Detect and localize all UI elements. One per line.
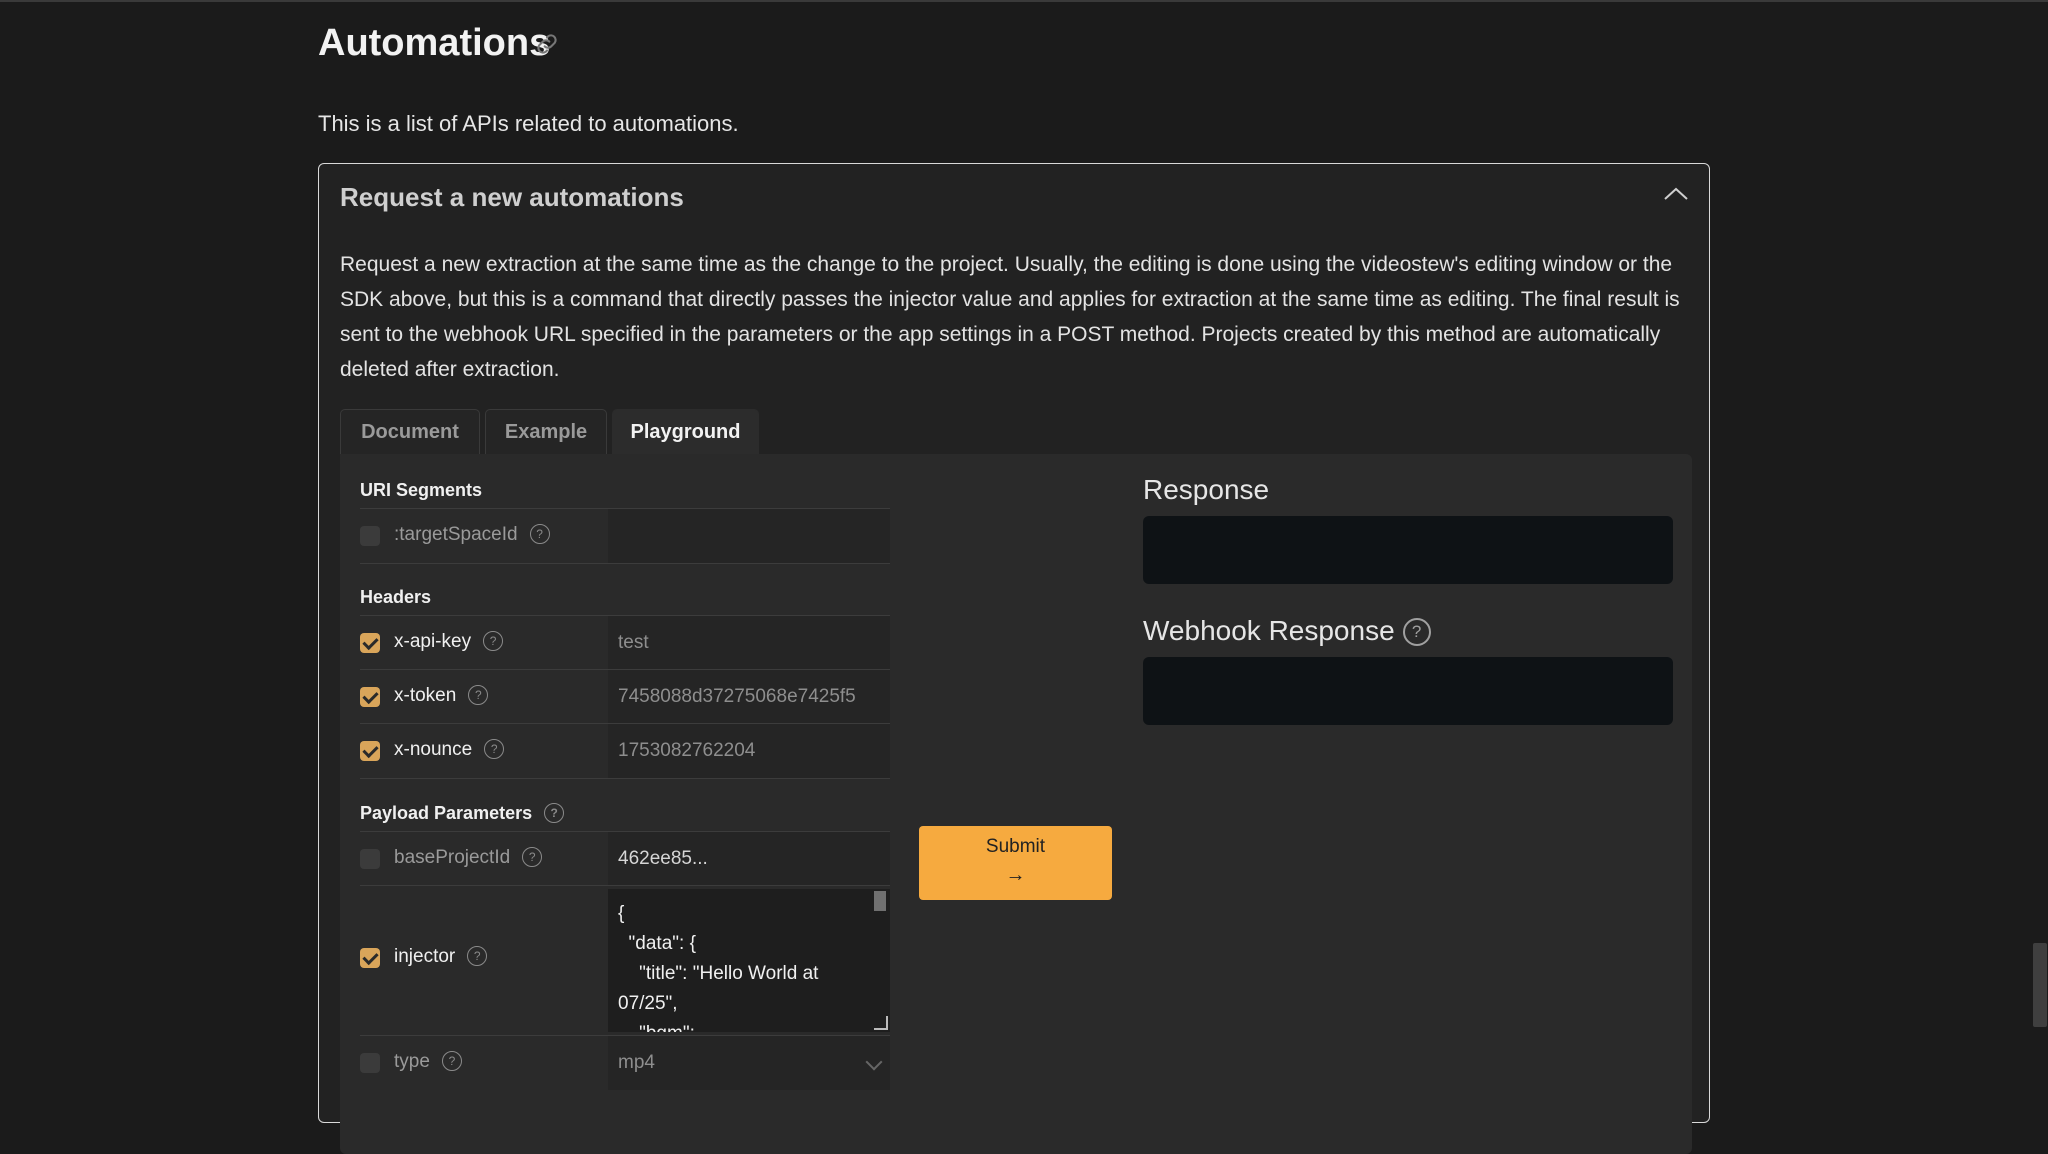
help-icon[interactable]: ?: [467, 946, 488, 966]
help-icon[interactable]: ?: [484, 739, 505, 759]
help-icon[interactable]: ?: [522, 847, 543, 867]
param-row: injector? { "data": { "title": "Hello Wo…: [360, 885, 890, 1036]
json-line: {: [618, 903, 625, 924]
webhook-response-title: Webhook Response?: [1143, 615, 1431, 647]
resize-handle-icon[interactable]: [874, 1016, 888, 1030]
json-line: "bgm":: [618, 1019, 870, 1032]
page-scrollbar[interactable]: [2033, 943, 2047, 1027]
card-description: Request a new extraction at the same tim…: [340, 253, 1680, 381]
param-row: baseProjectId? 462ee85...: [360, 831, 890, 886]
help-icon[interactable]: ?: [468, 685, 489, 705]
tab-document[interactable]: Document: [340, 409, 480, 455]
help-icon[interactable]: ?: [441, 1051, 462, 1071]
param-checkbox[interactable]: [360, 633, 380, 653]
base-project-id-input[interactable]: 462ee85...: [608, 832, 890, 886]
submit-label: Submit: [985, 836, 1046, 857]
tab-playground[interactable]: Playground: [612, 409, 759, 455]
chevron-down-icon: [865, 1053, 883, 1071]
page-description: This is a list of APIs related to automa…: [318, 111, 739, 136]
headers-title: Headers: [360, 587, 432, 607]
playground-panel: URI Segments :targetSpaceId? Headers x-a…: [340, 454, 1692, 1154]
param-checkbox[interactable]: [360, 849, 380, 869]
param-label: x-nounce?: [394, 739, 505, 761]
param-checkbox[interactable]: [360, 741, 380, 761]
type-select[interactable]: mp4: [608, 1036, 890, 1090]
param-label: x-token?: [394, 685, 489, 707]
webhook-response-box: [1143, 657, 1673, 725]
link-icon[interactable]: [533, 30, 561, 58]
response-title: Response: [1143, 474, 1270, 505]
textarea-scrollbar[interactable]: [874, 891, 886, 911]
x-api-key-input[interactable]: test: [608, 616, 890, 670]
automation-card: Request a new automations Request a new …: [318, 163, 1710, 1154]
param-row: x-nounce? 1753082762204: [360, 723, 890, 779]
param-row: :targetSpaceId?: [360, 508, 890, 564]
param-checkbox[interactable]: [360, 687, 380, 707]
uri-segments-title: URI Segments: [360, 480, 483, 500]
help-icon[interactable]: ?: [483, 631, 504, 651]
top-border: [0, 0, 2048, 2]
param-label: injector?: [394, 946, 488, 968]
param-row: x-api-key? test: [360, 615, 890, 670]
json-line: "data": {: [618, 933, 696, 954]
json-line: 07/25",: [618, 993, 678, 1014]
json-line: "title": "Hello World at: [618, 963, 819, 984]
param-row: type? mp4: [360, 1035, 890, 1090]
param-checkbox[interactable]: [360, 948, 380, 968]
response-box: [1143, 516, 1673, 584]
param-row: x-token? 7458088d37275068e7425f5: [360, 669, 890, 724]
help-icon[interactable]: ?: [529, 524, 550, 544]
param-label: x-api-key?: [394, 631, 504, 653]
param-checkbox[interactable]: [360, 526, 380, 546]
help-icon[interactable]: ?: [544, 803, 565, 823]
param-checkbox[interactable]: [360, 1053, 380, 1073]
param-label: type?: [394, 1051, 462, 1073]
target-space-id-input[interactable]: [608, 509, 890, 563]
param-label: baseProjectId?: [394, 847, 543, 869]
chevron-up-icon[interactable]: [1661, 182, 1691, 206]
page-title: Automations: [318, 22, 551, 64]
x-token-input[interactable]: 7458088d37275068e7425f5: [608, 670, 890, 724]
card-title: Request a new automations: [340, 182, 684, 212]
param-label: :targetSpaceId?: [394, 524, 550, 546]
x-nounce-input[interactable]: 1753082762204: [608, 724, 890, 778]
help-icon[interactable]: ?: [1402, 618, 1431, 646]
arrow-right-icon: →: [1005, 864, 1026, 886]
injector-textarea[interactable]: { "data": { "title": "Hello World at 07/…: [608, 889, 890, 1032]
submit-button[interactable]: Submit →: [919, 826, 1112, 900]
payload-title: Payload Parameters?: [360, 803, 565, 824]
tab-example[interactable]: Example: [485, 409, 607, 455]
